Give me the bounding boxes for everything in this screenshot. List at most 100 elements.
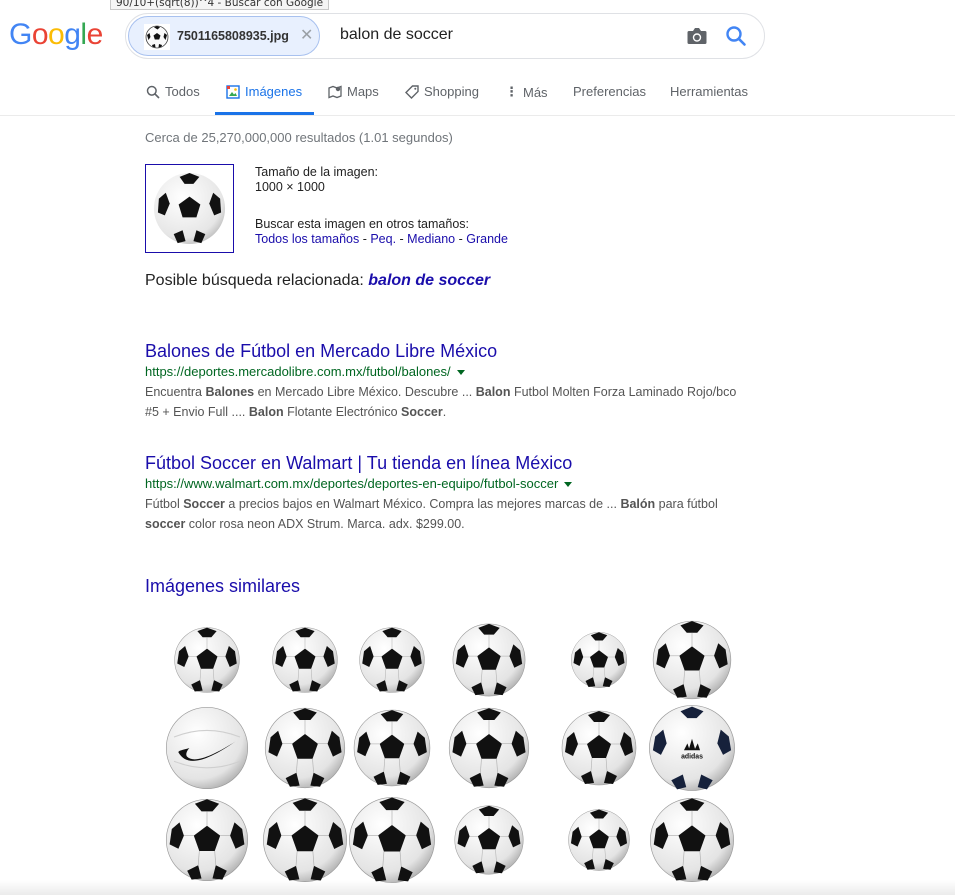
- other-sizes-label: Buscar esta imagen en otros tamaños:: [255, 217, 470, 231]
- result-title-link[interactable]: Fútbol Soccer en Walmart | Tu tienda en …: [145, 452, 745, 474]
- soccer-ball-image: [264, 707, 346, 789]
- similar-image-thumbnail[interactable]: [346, 794, 438, 886]
- tab-label: Todos: [165, 84, 200, 99]
- size-link-all[interactable]: Todos los tamaños: [255, 232, 359, 246]
- soccer-ball-image: [650, 798, 734, 882]
- related-search-label: Posible búsqueda relacionada:: [145, 272, 369, 289]
- soccer-ball-image: [568, 809, 630, 871]
- search-result: Fútbol Soccer en Walmart | Tu tienda en …: [145, 452, 745, 534]
- separator: -: [359, 232, 371, 246]
- result-url: https://deportes.mercadolibre.com.mx/fut…: [145, 362, 745, 382]
- tab-label: Más: [523, 84, 548, 100]
- soccer-ball-image: [652, 620, 732, 700]
- size-links: Todos los tamaños - Peq. - Mediano - Gra…: [255, 232, 508, 247]
- search-tabs: Todos Imágenes Maps Shopping ⋮ Más Prefe…: [0, 70, 955, 116]
- tab-preferencias[interactable]: Preferencias: [573, 84, 646, 99]
- size-link-large[interactable]: Grande: [466, 232, 508, 246]
- tab-shopping[interactable]: Shopping: [405, 84, 479, 99]
- search-icon[interactable]: [724, 24, 748, 48]
- camera-icon[interactable]: [686, 26, 708, 46]
- result-title-link[interactable]: Balones de Fútbol en Mercado Libre Méxic…: [145, 340, 745, 362]
- result-url: https://www.walmart.com.mx/deportes/depo…: [145, 474, 745, 494]
- similar-image-thumbnail[interactable]: [262, 705, 348, 791]
- size-link-small[interactable]: Peq.: [370, 232, 396, 246]
- similar-image-thumbnail[interactable]: [566, 807, 632, 873]
- soccer-ball-image: [454, 805, 524, 875]
- tag-icon: [405, 84, 419, 99]
- query-image-preview[interactable]: [145, 164, 234, 253]
- image-icon: [226, 84, 240, 99]
- tab-label: Herramientas: [670, 84, 749, 99]
- similar-image-thumbnail[interactable]: [163, 704, 251, 792]
- brand-label: adidas: [681, 753, 703, 760]
- tab-todos[interactable]: Todos: [146, 84, 200, 99]
- soccer-ball-image: [452, 623, 526, 697]
- search-input[interactable]: balon de soccer: [340, 26, 453, 44]
- similar-images-heading[interactable]: Imágenes similares: [145, 576, 300, 597]
- tab-imagenes[interactable]: Imágenes: [226, 84, 302, 99]
- similar-image-thumbnail[interactable]: [260, 795, 350, 885]
- logo-letter: o: [48, 18, 65, 51]
- logo-letter: o: [31, 18, 49, 51]
- tab-maps[interactable]: Maps: [328, 84, 379, 99]
- query-image-info: Tamaño de la imagen: 1000 × 1000 Buscar …: [255, 165, 508, 247]
- active-tab-indicator: [215, 112, 314, 115]
- map-icon: [328, 85, 342, 98]
- result-url-text: https://www.walmart.com.mx/deportes/depo…: [145, 476, 559, 491]
- similar-image-thumbnail[interactable]: [452, 803, 526, 877]
- soccer-ball-image: [349, 797, 435, 883]
- soccer-ball-image: [359, 627, 425, 693]
- query-image-thumbnail: [144, 24, 170, 50]
- logo-letter: G: [9, 18, 32, 51]
- logo-letter: g: [64, 18, 81, 51]
- similar-image-thumbnail[interactable]: [351, 707, 433, 789]
- similar-image-thumbnail[interactable]: [650, 618, 734, 702]
- soccer-ball-image: [571, 632, 627, 688]
- similar-image-thumbnail[interactable]: [647, 795, 737, 885]
- result-url-text: https://deportes.mercadolibre.com.mx/fut…: [145, 364, 451, 379]
- image-chip[interactable]: 7501165808935.jpg ✕: [128, 16, 320, 56]
- image-size-label: Tamaño de la imagen:: [255, 165, 378, 179]
- similar-image-thumbnail[interactable]: [569, 630, 629, 690]
- soccer-ball-image: [165, 798, 249, 882]
- separator: -: [455, 232, 467, 246]
- tab-label: Maps: [347, 84, 379, 99]
- search-box[interactable]: 7501165808935.jpg ✕ balon de soccer: [125, 13, 765, 59]
- separator: -: [396, 232, 408, 246]
- search-result: Balones de Fútbol en Mercado Libre Méxic…: [145, 340, 745, 422]
- soccer-ball-image: [153, 172, 226, 245]
- google-logo[interactable]: Google: [9, 18, 103, 52]
- result-stats: Cerca de 25,270,000,000 resultados (1.01…: [145, 130, 453, 145]
- similar-image-thumbnail[interactable]: [559, 708, 639, 788]
- similar-image-thumbnail[interactable]: [446, 705, 532, 791]
- related-search: Posible búsqueda relacionada: balon de s…: [145, 272, 490, 290]
- similar-image-thumbnail[interactable]: [172, 625, 242, 695]
- soccer-ball-image: [272, 627, 338, 693]
- tab-mas[interactable]: ⋮ Más: [505, 84, 548, 100]
- soccer-ball-image: [263, 798, 347, 882]
- related-search-link[interactable]: balon de soccer: [368, 272, 490, 289]
- image-size-value: 1000 × 1000: [255, 180, 325, 194]
- soccer-ball-image: [165, 706, 249, 790]
- close-icon[interactable]: ✕: [300, 25, 313, 45]
- soccer-ball-image: [561, 710, 637, 786]
- similar-image-thumbnail[interactable]: [450, 621, 528, 699]
- search-icon: [146, 85, 160, 99]
- tab-label: Imágenes: [245, 84, 303, 99]
- soccer-ball-image: [448, 707, 530, 789]
- similar-image-thumbnail[interactable]: [163, 796, 251, 884]
- similar-image-thumbnail[interactable]: adidas: [646, 702, 738, 794]
- size-link-medium[interactable]: Mediano: [407, 232, 455, 246]
- soccer-ball-image: adidas: [649, 705, 735, 791]
- similar-image-thumbnail[interactable]: [357, 625, 427, 695]
- dropdown-arrow-icon[interactable]: [456, 369, 465, 375]
- logo-letter: e: [86, 18, 104, 51]
- dropdown-arrow-icon[interactable]: [564, 481, 573, 487]
- soccer-ball-image: [174, 627, 240, 693]
- tab-herramientas[interactable]: Herramientas: [670, 84, 748, 99]
- more-vert-icon: ⋮: [505, 84, 518, 99]
- similar-image-thumbnail[interactable]: [270, 625, 340, 695]
- tab-label: Shopping: [424, 84, 479, 99]
- bottom-shadow: [0, 880, 955, 895]
- result-snippet: Fútbol Soccer a precios bajos en Walmart…: [145, 497, 718, 531]
